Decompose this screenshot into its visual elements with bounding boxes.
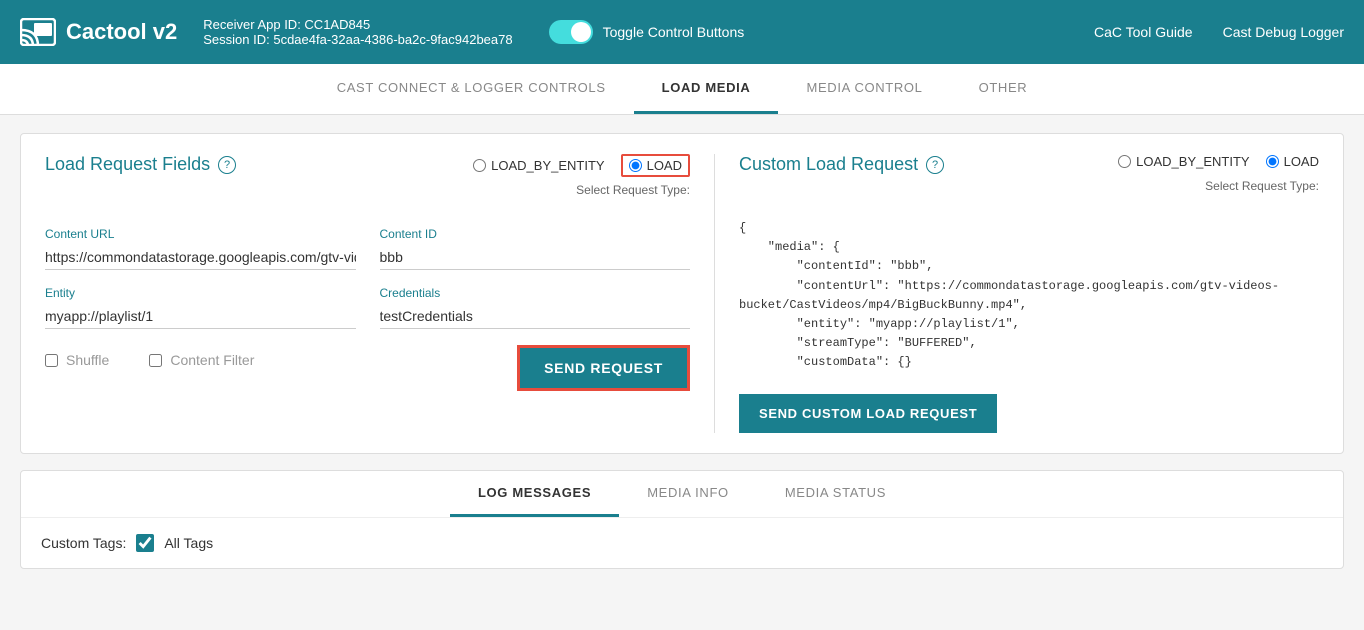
content-filter-label-text: Content Filter xyxy=(170,352,254,368)
tab-media-status[interactable]: MEDIA STATUS xyxy=(757,471,914,517)
load-request-section-title: Load Request Fields ? xyxy=(45,154,236,175)
custom-radio-load-by-entity-text: LOAD_BY_ENTITY xyxy=(1136,154,1249,169)
radio-load-text: LOAD xyxy=(647,158,682,173)
tab-cast-connect[interactable]: CAST CONNECT & LOGGER CONTROLS xyxy=(309,64,634,114)
header-links: CaC Tool Guide Cast Debug Logger xyxy=(1094,24,1344,40)
custom-select-request-type-label: Select Request Type: xyxy=(1205,179,1319,193)
custom-radio-load-by-entity-label[interactable]: LOAD_BY_ENTITY xyxy=(1118,154,1249,169)
content-filter-checkbox-label[interactable]: Content Filter xyxy=(149,352,254,368)
cast-icon xyxy=(20,18,56,46)
logo-text: Cactool v2 xyxy=(66,19,177,45)
right-panel-header: Custom Load Request ? LOAD_BY_ENTITY LOA… xyxy=(739,154,1319,207)
content-filter-checkbox[interactable] xyxy=(149,354,162,367)
header-info: Receiver App ID: CC1AD845 Session ID: 5c… xyxy=(203,17,512,47)
credentials-input[interactable] xyxy=(380,304,691,329)
content-url-field-group: Content URL xyxy=(45,227,356,270)
radio-load-label[interactable]: LOAD xyxy=(621,154,690,177)
tab-media-info[interactable]: MEDIA INFO xyxy=(619,471,757,517)
content-id-field-group: Content ID xyxy=(380,227,691,270)
toggle-area: Toggle Control Buttons xyxy=(549,20,745,44)
radio-load-by-entity[interactable] xyxy=(473,159,486,172)
send-custom-load-request-button[interactable]: SEND CUSTOM LOAD REQUEST xyxy=(739,394,997,433)
toggle-control-buttons[interactable] xyxy=(549,20,593,44)
custom-request-type-radios: LOAD_BY_ENTITY LOAD xyxy=(1118,154,1319,169)
custom-tags-row: Custom Tags: All Tags xyxy=(21,518,1343,568)
left-panel: Load Request Fields ? LOAD_BY_ENTITY LOA… xyxy=(45,154,715,433)
content-url-input[interactable] xyxy=(45,245,356,270)
fields-grid: Content URL Content ID Entity Credential… xyxy=(45,227,690,329)
entity-label: Entity xyxy=(45,286,356,300)
radio-load[interactable] xyxy=(629,159,642,172)
shuffle-label-text: Shuffle xyxy=(66,352,109,368)
credentials-label: Credentials xyxy=(380,286,691,300)
custom-json-textarea[interactable] xyxy=(739,219,1319,373)
load-media-card: Load Request Fields ? LOAD_BY_ENTITY LOA… xyxy=(20,133,1344,454)
shuffle-checkbox-label[interactable]: Shuffle xyxy=(45,352,109,368)
main-tabs: CAST CONNECT & LOGGER CONTROLS LOAD MEDI… xyxy=(0,64,1364,115)
custom-radio-load-by-entity[interactable] xyxy=(1118,155,1131,168)
cac-tool-guide-link[interactable]: CaC Tool Guide xyxy=(1094,24,1193,40)
content-id-label: Content ID xyxy=(380,227,691,241)
entity-field-group: Entity xyxy=(45,286,356,329)
right-panel: Custom Load Request ? LOAD_BY_ENTITY LOA… xyxy=(715,154,1319,433)
custom-load-help-icon[interactable]: ? xyxy=(926,156,944,174)
radio-load-by-entity-label[interactable]: LOAD_BY_ENTITY xyxy=(473,158,604,173)
content-url-label: Content URL xyxy=(45,227,356,241)
tab-other[interactable]: OTHER xyxy=(951,64,1056,114)
select-request-type-label: Select Request Type: xyxy=(473,183,690,197)
app-logo: Cactool v2 xyxy=(20,18,177,46)
main-content: Load Request Fields ? LOAD_BY_ENTITY LOA… xyxy=(0,115,1364,587)
radio-load-by-entity-text: LOAD_BY_ENTITY xyxy=(491,158,604,173)
send-request-button[interactable]: SEND REQUEST xyxy=(517,345,690,391)
custom-radio-load-label[interactable]: LOAD xyxy=(1266,154,1319,169)
custom-load-radios: LOAD_BY_ENTITY LOAD Select Request Type: xyxy=(1118,154,1319,207)
tab-load-media[interactable]: LOAD MEDIA xyxy=(634,64,779,114)
all-tags-label: All Tags xyxy=(164,535,213,551)
content-id-input[interactable] xyxy=(380,245,691,270)
tab-log-messages[interactable]: LOG MESSAGES xyxy=(450,471,619,517)
session-id: Session ID: 5cdae4fa-32aa-4386-ba2c-9fac… xyxy=(203,32,512,47)
load-request-title-text: Load Request Fields xyxy=(45,154,210,175)
shuffle-checkbox[interactable] xyxy=(45,354,58,367)
cast-debug-logger-link[interactable]: Cast Debug Logger xyxy=(1223,24,1344,40)
all-tags-checkbox[interactable] xyxy=(136,534,154,552)
receiver-app-id: Receiver App ID: CC1AD845 xyxy=(203,17,512,32)
custom-load-section-title: Custom Load Request ? xyxy=(739,154,944,175)
custom-radio-load[interactable] xyxy=(1266,155,1279,168)
bottom-card: LOG MESSAGES MEDIA INFO MEDIA STATUS Cus… xyxy=(20,470,1344,569)
entity-input[interactable] xyxy=(45,304,356,329)
checkboxes-row: Shuffle Content Filter xyxy=(45,352,254,368)
custom-load-title-text: Custom Load Request xyxy=(739,154,918,175)
tab-media-control[interactable]: MEDIA CONTROL xyxy=(778,64,950,114)
request-type-radios: LOAD_BY_ENTITY LOAD xyxy=(473,154,690,177)
load-request-help-icon[interactable]: ? xyxy=(218,156,236,174)
toggle-label: Toggle Control Buttons xyxy=(603,24,745,40)
credentials-field-group: Credentials xyxy=(380,286,691,329)
bottom-tabs: LOG MESSAGES MEDIA INFO MEDIA STATUS xyxy=(21,471,1343,518)
app-header: Cactool v2 Receiver App ID: CC1AD845 Ses… xyxy=(0,0,1364,64)
custom-tags-label: Custom Tags: xyxy=(41,535,126,551)
custom-radio-load-text: LOAD xyxy=(1284,154,1319,169)
